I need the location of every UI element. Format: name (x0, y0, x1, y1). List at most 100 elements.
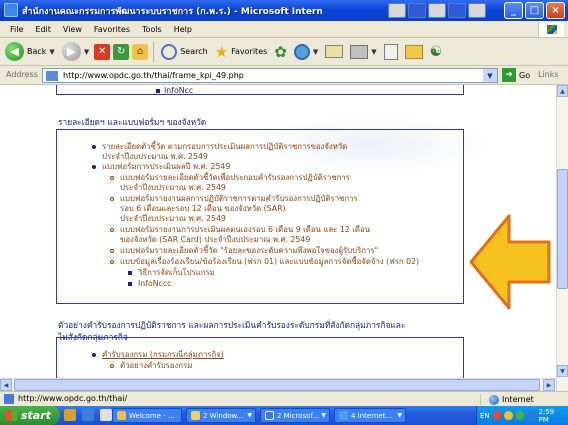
go-arrow-icon: ➜ (502, 68, 516, 82)
folder-button[interactable] (403, 41, 425, 63)
clock[interactable]: 2:59 PM (538, 408, 568, 424)
start-button[interactable]: start (0, 406, 60, 425)
language-indicator[interactable]: EN (480, 412, 490, 420)
list-item[interactable]: แบบข้อมูลเรื่องร้องเรียน/ข้อร้องเรียน (ฟ… (120, 257, 419, 267)
menu-edit[interactable]: Edit (29, 25, 57, 34)
list-item[interactable]: ตัวอย่างคำรับรองกรม (120, 361, 192, 371)
list-item[interactable]: รอบ 6 เดือนและรอบ 12 เดือน ของจังหวัด (S… (120, 204, 286, 214)
print-button[interactable]: ▼ (348, 41, 378, 63)
page-icon (46, 71, 58, 81)
edit-button[interactable] (382, 41, 400, 63)
toolbar-app-icon[interactable] (408, 3, 426, 18)
list-item[interactable]: แบบฟอร์มรายละเอียดตัวชี้วัด "ร้อยละของระ… (120, 246, 378, 256)
chevron-down-icon[interactable]: ▼ (483, 69, 497, 82)
bullet-square (128, 282, 132, 286)
home-icon[interactable]: ⌂ (132, 43, 149, 60)
chevron-down-icon[interactable]: ▼ (84, 48, 89, 56)
address-input[interactable]: http://www.opdc.go.th/thai/frame_kpi_49.… (42, 68, 498, 83)
list-item[interactable]: ประจำปีงบประมาณ พ.ศ. 2549 (120, 214, 226, 224)
list-item[interactable]: แบบฟอร์มการประเมินผลปี พ.ศ. 2549 (102, 162, 230, 172)
back-label: Back (27, 47, 47, 56)
zone-label: Internet (502, 395, 534, 404)
chevron-down-icon: ▼ (247, 412, 252, 419)
scroll-down-icon[interactable]: ▼ (557, 365, 568, 377)
toolbar-app-icon[interactable] (388, 3, 406, 18)
refresh-icon[interactable]: ↻ (113, 43, 130, 60)
folder-icon (191, 411, 200, 420)
maximize-button[interactable]: □ (525, 2, 544, 19)
security-zone: Internet (480, 394, 534, 405)
tray-icon[interactable] (515, 411, 525, 420)
list-item[interactable]: InfoNccc (138, 279, 171, 289)
toolbar-app-icon[interactable] (468, 3, 486, 18)
task-label: 4 Internet... (351, 411, 393, 420)
bullet-circle (110, 197, 114, 201)
search-label: Search (180, 47, 208, 56)
taskbar-button-windows[interactable]: 2 Window... ▼ (186, 408, 256, 423)
menu-view[interactable]: View (57, 25, 88, 34)
taskbar-button-internet[interactable]: 4 Internet... ▼ (334, 408, 406, 423)
chevron-down-icon[interactable]: ▼ (49, 48, 54, 56)
search-button[interactable]: Search (159, 41, 209, 63)
section-heading: รายละเอียดฯ และแบบฟอร์มฯ ของจังหวัด (58, 117, 207, 127)
media-button[interactable]: ✿ (272, 41, 289, 63)
taskbar-button-microsoft[interactable]: 2 Microsof... ▼ (260, 408, 330, 423)
list-item[interactable]: ของจังหวัด (SAR Card) ประจำปีงบประมาณ พ.… (120, 235, 310, 245)
links-label[interactable]: Links (538, 70, 559, 79)
messenger-button[interactable]: ☯ (428, 41, 445, 63)
minimize-button[interactable]: _ (504, 2, 523, 19)
windows-flag-icon (538, 22, 564, 37)
list-item[interactable]: รายละเอียดตัวชี้วัด ตามกรอบการประเมินผลก… (102, 142, 347, 152)
mail-button[interactable] (323, 41, 345, 63)
list-item[interactable]: แบบฟอร์มรายงานการประเมินผลตนเองรอบ 6 เดื… (120, 225, 370, 235)
toolbar-app-icon[interactable] (448, 3, 466, 18)
scroll-left-icon[interactable]: ◀ (0, 379, 12, 391)
chevron-down-icon[interactable]: ▼ (313, 48, 318, 56)
quick-launch-icon[interactable] (100, 409, 112, 421)
list-item-link[interactable]: คำรับรองกรม (กรมกรณีกลุ่มภารกิจ) (102, 350, 224, 360)
back-arrow-icon: ◀ (5, 42, 24, 61)
vertical-scroll-thumb[interactable] (557, 169, 568, 289)
title-bar[interactable]: สำนักงานคณะกรรมการพัฒนาระบบราชการ (ก.พ.ร… (0, 0, 568, 21)
history-button[interactable]: ▼ (292, 41, 320, 63)
list-item[interactable]: แบบฟอร์มรายงานผลการปฏิบัติราชการตามคำรับ… (120, 194, 358, 204)
page-content[interactable]: InfoNcc รายละเอียดฯ และแบบฟอร์มฯ ของจังห… (0, 85, 556, 391)
list-item[interactable]: แบบฟอร์มรายละเอียดตัวชี้วัดเพื่อประกอบคำ… (120, 173, 350, 183)
quick-launch-icon[interactable] (64, 409, 76, 421)
menu-favorites[interactable]: Favorites (88, 25, 136, 34)
bullet-square (128, 271, 132, 275)
menu-help[interactable]: Help (168, 25, 198, 34)
ie-icon (339, 411, 348, 420)
messenger-icon: ☯ (429, 43, 443, 60)
toolbar-separator (153, 41, 155, 62)
menu-file[interactable]: File (4, 25, 29, 34)
bullet-circle (110, 228, 114, 232)
close-button[interactable]: × (546, 2, 565, 19)
forward-button[interactable]: ▶ ▼ (60, 41, 91, 63)
chevron-down-icon: ▼ (321, 412, 326, 419)
list-item[interactable]: InfoNcc (164, 86, 193, 96)
horizontal-scrollbar[interactable]: ◀ ▶ (0, 378, 556, 391)
scroll-right-icon[interactable]: ▶ (543, 379, 555, 391)
go-button[interactable]: ➜ Go (502, 68, 530, 82)
tray-icon[interactable] (492, 411, 502, 420)
taskbar-button-welcome[interactable]: Welcome - ... (112, 408, 182, 423)
horizontal-scroll-thumb[interactable] (14, 379, 540, 391)
back-button[interactable]: ◀ Back ▼ (3, 41, 57, 63)
scroll-up-icon[interactable]: ▲ (557, 85, 568, 97)
toolbar-app-icon[interactable] (428, 3, 446, 18)
tray-icon[interactable] (504, 411, 513, 420)
bullet-circle (110, 260, 114, 264)
list-item[interactable]: วิธีการจัดเก็บโปรแกรม (138, 268, 215, 278)
chevron-down-icon[interactable]: ▼ (371, 48, 376, 56)
menu-tools[interactable]: Tools (136, 25, 168, 34)
tray-icon[interactable] (527, 411, 536, 420)
vertical-scrollbar[interactable]: ▲ ▼ (556, 85, 568, 391)
list-item[interactable]: ประจำปีงบประมาณ พ.ศ. 2549 (102, 152, 208, 162)
list-item[interactable]: ประจำปีงบประมาณ พ.ศ. 2549 (120, 183, 226, 193)
quick-launch-icon[interactable] (82, 409, 94, 421)
status-url: http://www.opdc.go.th/thai/ (18, 394, 128, 403)
bullet-square (156, 89, 160, 93)
stop-icon[interactable]: ✕ (94, 43, 111, 60)
favorites-button[interactable]: ★ Favorites (213, 41, 270, 63)
